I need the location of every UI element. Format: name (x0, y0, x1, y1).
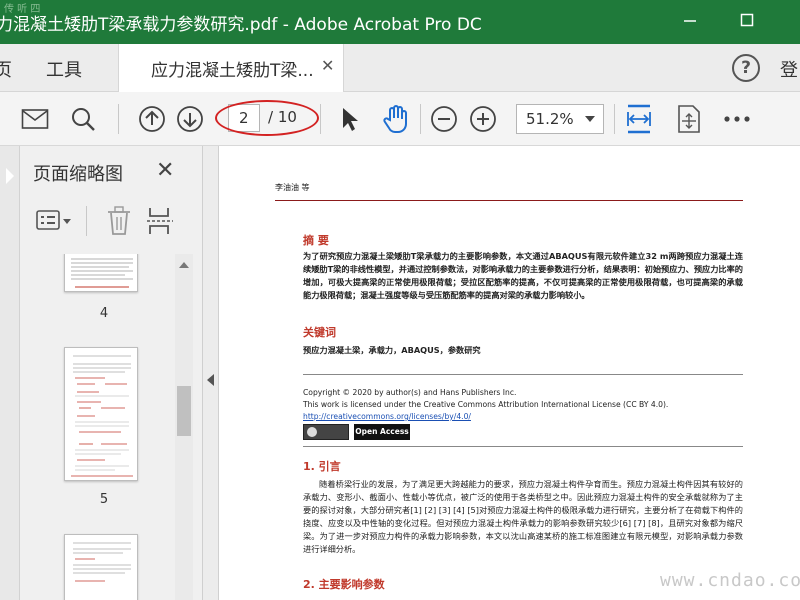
select-cursor-icon[interactable] (334, 104, 364, 134)
divider (303, 446, 743, 447)
tab-document[interactable]: 应力混凝土矮肋T梁... ✕ (118, 44, 344, 92)
tab-home[interactable]: 页 (0, 56, 12, 82)
thumbnail-list: 4 5 (30, 254, 178, 600)
navigation-strip (0, 146, 20, 600)
site-watermark: www.cndao.com (660, 570, 800, 591)
tab-tools[interactable]: 工具 (46, 56, 82, 82)
zoom-out-icon[interactable] (429, 104, 459, 134)
close-tab-icon[interactable]: ✕ (321, 56, 334, 75)
document-tab-label: 应力混凝土矮肋T梁... (151, 61, 314, 81)
panel-pointer-icon (6, 168, 14, 184)
panel-toolbar (30, 202, 190, 242)
previous-page-icon[interactable] (137, 104, 167, 134)
window-title: 力混凝土矮肋T梁承载力参数研究.pdf - Adobe Acrobat Pro … (0, 15, 482, 35)
abstract-text: 为了研究预应力混凝土梁矮肋T梁承载力的主要影响参数，本文通过ABAQUS有限元软… (303, 251, 743, 300)
thumbnail-scrollbar[interactable] (175, 254, 193, 600)
email-icon[interactable] (20, 104, 50, 134)
scrollbar-thumb[interactable] (177, 386, 191, 436)
toolbar-divider (320, 104, 321, 134)
open-access-badge: Open Access (354, 424, 410, 440)
tab-bar: 页 工具 应力混凝土矮肋T梁... ✕ ? 登 (0, 44, 800, 92)
keywords-text: 预应力混凝土梁，承载力，ABAQUS，参数研究 (303, 345, 481, 355)
signin-link[interactable]: 登 (780, 56, 798, 82)
minimize-button[interactable] (678, 10, 702, 34)
header-rule (275, 200, 743, 201)
panel-title: 页面缩略图 (33, 164, 123, 185)
document-view: 李油油 等 摘 要 为了研究预应力混凝土梁矮肋T梁承载力的主要影响参数，本文通过… (220, 146, 800, 600)
toolbar-divider (420, 104, 421, 134)
zoom-in-icon[interactable] (468, 104, 498, 134)
running-header-author: 李油油 等 (275, 183, 310, 192)
thumbnail-page-number: 4 (99, 306, 109, 321)
copyright-line: Copyright © 2020 by author(s) and Hans P… (303, 388, 517, 397)
scroll-up-icon[interactable] (179, 262, 189, 268)
trash-icon[interactable] (106, 206, 132, 240)
license-link[interactable]: http://creativecommons.org/licenses/by/4… (303, 412, 471, 421)
panel-splitter[interactable] (203, 146, 219, 600)
zoom-value: 51.2% (526, 110, 574, 128)
divider (303, 374, 743, 375)
thumbnail-content (71, 258, 133, 288)
chevron-down-icon (585, 116, 595, 122)
intro-text: 随着桥梁行业的发展，为了满足更大跨越能力的要求，预应力混凝土构件孕育而生。预应力… (303, 479, 743, 554)
thumbnail-content (71, 355, 133, 477)
title-bar: 传 听 四 力混凝土矮肋T梁承载力参数研究.pdf - Adobe Acroba… (0, 0, 800, 44)
zoom-select[interactable]: 51.2% (516, 104, 604, 134)
license-line: This work is licensed under the Creative… (303, 400, 669, 409)
hand-tool-icon[interactable] (381, 104, 411, 134)
thumbnail-content (73, 542, 131, 582)
intro-heading: 1. 引言 (303, 460, 341, 473)
next-page-icon[interactable] (175, 104, 205, 134)
page-number-highlight-annotation (215, 100, 319, 136)
page-thumbnail[interactable] (64, 347, 138, 481)
thumbnail-page-number: 5 (99, 492, 109, 507)
maximize-button[interactable] (735, 10, 759, 34)
cc-by-badge (303, 424, 349, 440)
close-panel-icon[interactable]: ✕ (156, 158, 174, 183)
page-thumbnails-panel: 页面缩略图 ✕ 4 5 (0, 146, 203, 600)
thumbnail-options-icon[interactable] (36, 208, 72, 238)
page-thumbnail[interactable] (64, 534, 138, 600)
section-2-heading: 2. 主要影响参数 (303, 578, 385, 591)
help-icon[interactable]: ? (732, 54, 760, 82)
toolbar: 2 / 10 51.2% (0, 92, 800, 146)
fit-width-icon[interactable] (624, 104, 654, 134)
more-options-icon[interactable] (722, 104, 752, 134)
maximize-icon (740, 13, 754, 27)
toolbar-divider (118, 104, 119, 134)
page-thumbnail[interactable] (64, 254, 138, 292)
toolbar-divider (614, 104, 615, 134)
panel-divider (86, 206, 87, 236)
extract-pages-icon[interactable] (146, 206, 174, 240)
abstract-heading: 摘 要 (303, 234, 329, 247)
collapse-panel-icon[interactable] (207, 374, 214, 386)
minimize-icon (684, 20, 696, 22)
full-screen-icon[interactable] (674, 104, 704, 134)
keywords-heading: 关键词 (303, 326, 336, 339)
search-icon[interactable] (68, 104, 98, 134)
